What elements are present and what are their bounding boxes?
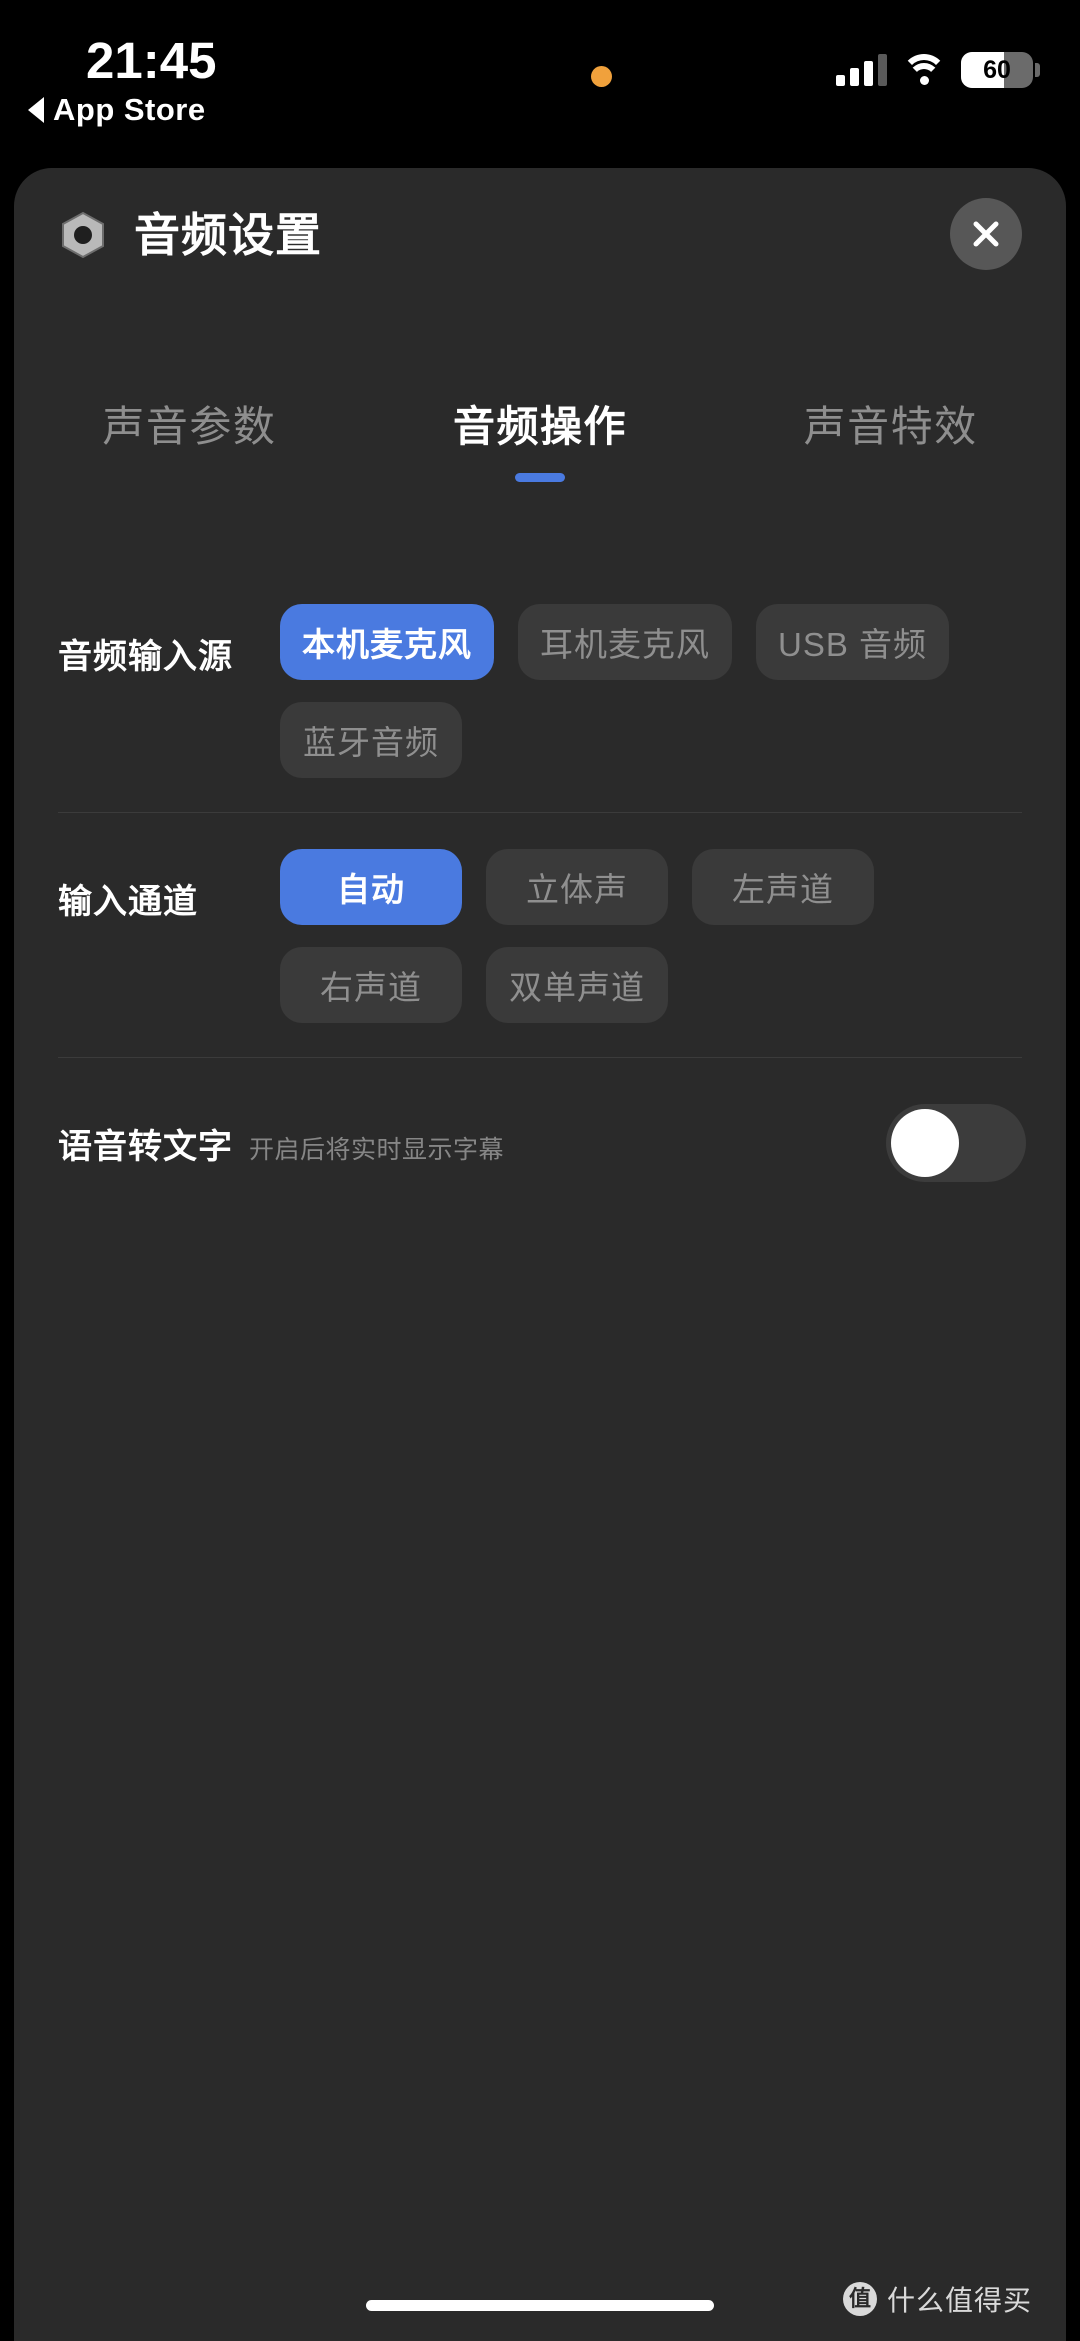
chip-label: 双单声道 (509, 969, 645, 1006)
row-label: 音频输入源 (58, 638, 233, 676)
recording-dot-icon (591, 66, 612, 87)
chip-label: 耳机麦克风 (540, 626, 710, 663)
cellular-signal-icon (836, 54, 887, 86)
chip-label: 蓝牙音频 (303, 724, 439, 761)
back-to-app-store-link[interactable]: App Store (28, 92, 388, 128)
watermark-logo-icon: 值 (842, 2282, 877, 2316)
chip-stereo[interactable]: 立体声 (486, 849, 668, 925)
tab-sound-effects[interactable]: 声音特效 (715, 393, 1066, 488)
chip-label: 立体声 (526, 871, 628, 908)
watermark: 值 什么值得买 (842, 2279, 1032, 2319)
watermark-label: 什么值得买 (886, 2285, 1032, 2316)
row-audio-input-source: 音频输入源 本机麦克风 耳机麦克风 USB 音频 蓝牙音频 (14, 568, 1066, 812)
input-channel-options: 自动 立体声 左声道 右声道 双单声道 (268, 849, 980, 1023)
home-indicator (366, 2300, 714, 2311)
sheet-title-group: 音频设置 (58, 210, 322, 260)
toggle-knob (891, 1109, 959, 1177)
tab-sound-parameters[interactable]: 声音参数 (14, 393, 365, 488)
chip-usb-audio[interactable]: USB 音频 (756, 604, 950, 680)
chip-dual-mono[interactable]: 双单声道 (486, 947, 668, 1023)
hex-nut-icon (58, 210, 108, 260)
battery-cap (1035, 63, 1040, 77)
tab-label: 音频操作 (453, 403, 628, 450)
close-icon (967, 215, 1005, 253)
caret-left-icon (28, 97, 44, 123)
status-bar: 21:45 App Store 60 (0, 0, 1080, 168)
status-bar-right: 60 (836, 52, 1040, 88)
settings-content: 音频输入源 本机麦克风 耳机麦克风 USB 音频 蓝牙音频 输入通道 自动 立体… (14, 568, 1066, 1228)
sheet-header: 音频设置 (14, 168, 1066, 298)
status-time: 21:45 (86, 32, 217, 89)
chip-builtin-mic[interactable]: 本机麦克风 (280, 604, 494, 680)
chip-label: 自动 (337, 871, 405, 908)
battery-indicator: 60 (961, 52, 1040, 88)
battery-percent-label: 60 (983, 56, 1011, 84)
wifi-icon (901, 54, 947, 86)
back-link-label: App Store (53, 92, 206, 127)
chip-left-channel[interactable]: 左声道 (692, 849, 874, 925)
chip-label: 左声道 (732, 871, 834, 908)
chip-label: 右声道 (320, 969, 422, 1006)
speech-to-text-hint: 开启后将实时显示字幕 (249, 1135, 505, 1164)
chip-label: USB 音频 (778, 626, 928, 663)
row-label: 输入通道 (58, 883, 198, 921)
row-speech-to-text: 语音转文字 开启后将实时显示字幕 (14, 1058, 1066, 1228)
battery-icon: 60 (961, 52, 1033, 88)
tab-label: 声音参数 (102, 403, 277, 450)
tab-audio-operations[interactable]: 音频操作 (365, 393, 716, 488)
speech-to-text-toggle[interactable] (886, 1104, 1026, 1182)
tab-bar: 声音参数 音频操作 声音特效 (14, 393, 1066, 488)
speech-to-text-text: 语音转文字 开启后将实时显示字幕 (58, 1119, 886, 1168)
chip-bluetooth-audio[interactable]: 蓝牙音频 (280, 702, 462, 778)
chip-label: 本机麦克风 (302, 626, 472, 663)
speech-to-text-label: 语音转文字 (58, 1127, 233, 1166)
chip-auto[interactable]: 自动 (280, 849, 462, 925)
page-title: 音频设置 (134, 209, 322, 261)
audio-input-source-options: 本机麦克风 耳机麦克风 USB 音频 蓝牙音频 (268, 604, 980, 778)
close-button[interactable] (950, 198, 1022, 270)
status-bar-left: 21:45 App Store (28, 34, 388, 128)
audio-settings-sheet: 音频设置 声音参数 音频操作 声音特效 音频输入源 本机麦克风 耳机麦克风 US… (14, 168, 1066, 2341)
tab-active-underline (515, 473, 565, 482)
row-input-channel: 输入通道 自动 立体声 左声道 右声道 双单声道 (14, 813, 1066, 1057)
chip-headset-mic[interactable]: 耳机麦克风 (518, 604, 732, 680)
chip-right-channel[interactable]: 右声道 (280, 947, 462, 1023)
tab-label: 声音特效 (803, 403, 978, 450)
